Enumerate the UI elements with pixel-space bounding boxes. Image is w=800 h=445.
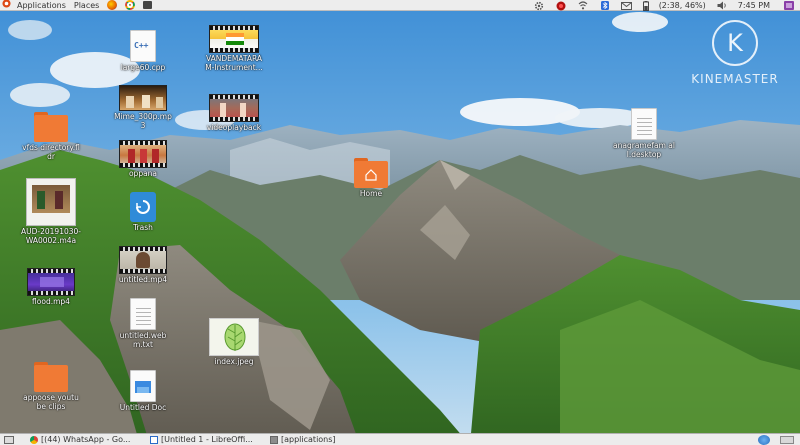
desktop-icon-oppana[interactable]: oppana (114, 140, 172, 179)
bottom-panel: [(44) WhatsApp - Go... [Untitled 1 - Lib… (0, 433, 800, 445)
video-thumbnail-icon (119, 140, 167, 168)
desktop-icon-label: Trash (133, 223, 153, 232)
wifi-icon[interactable] (577, 0, 589, 11)
video-thumbnail-icon (209, 94, 259, 122)
kinemaster-brand-text: KINEMASTER (691, 72, 779, 86)
taskbar-item-whatsapp[interactable]: [(44) WhatsApp - Go... (30, 435, 140, 445)
kinemaster-logo-letter: K (727, 29, 743, 57)
image-thumbnail-icon (209, 318, 259, 356)
desktop-icon-label: videoplayback (206, 123, 262, 132)
desktop-icon-vfds-directory[interactable]: vfds directory.fldr (22, 112, 80, 161)
video-thumbnail-icon (209, 25, 259, 53)
folder-icon (34, 112, 68, 142)
desktop-icon-label: VANDEMATARAM-Instrument... (205, 54, 263, 72)
desktop-icon-label: flood.mp4 (32, 297, 70, 306)
taskbar-item-label: [applications] (281, 435, 336, 444)
cpp-file-icon: C++ (130, 30, 156, 62)
desktop-icon-label: Untitled Doc (119, 403, 167, 412)
desktop-icon-home[interactable]: Home (345, 158, 397, 199)
desktop-icon-aud-file[interactable]: AUD-20191030-WA0002.m4a (20, 178, 82, 245)
desktop-icon-label: appoose youtube clips (23, 393, 79, 411)
desktop-icon-index-jpeg[interactable]: index.jpeg (204, 318, 264, 367)
taskbar-item-applications[interactable]: [applications] (270, 435, 370, 445)
battery-status-text: (2:38, 46%) (658, 1, 706, 10)
folder-icon (34, 362, 68, 392)
home-folder-icon (354, 158, 388, 188)
show-desktop-icon[interactable] (4, 436, 14, 444)
desktop-icon-mime-300p[interactable]: Mime_300p.mp3 (114, 85, 172, 130)
top-panel-left: Applications Places (0, 0, 156, 11)
text-file-icon (130, 298, 156, 330)
kinemaster-logo-icon: K (712, 20, 758, 66)
audio-thumbnail-icon (26, 178, 76, 226)
image-file-icon (130, 370, 156, 402)
desktop-icon-label: AUD-20191030-WA0002.m4a (21, 227, 81, 245)
desktop-icon-large60-cpp[interactable]: C++ large60.cpp (115, 30, 171, 73)
desktop-icon-flood-mp4[interactable]: flood.mp4 (20, 268, 82, 307)
desktop-icon-untitled-mp4[interactable]: untitled.mp4 (114, 246, 172, 285)
bluetooth-icon[interactable] (599, 0, 611, 11)
chrome-icon (30, 436, 38, 444)
ubuntu-logo-icon[interactable] (0, 0, 13, 11)
video-thumbnail-icon (27, 268, 75, 296)
chrome-icon[interactable] (125, 0, 136, 10)
taskbar-item-label: [Untitled 1 - LibreOffi... (161, 435, 253, 444)
desktop-icon-trash[interactable]: Trash (118, 192, 168, 233)
desktop-icon-label: vfds directory.fldr (22, 143, 80, 161)
desktop-icon-untitled-doc[interactable]: Untitled Doc (113, 370, 173, 413)
top-panel-right: (2:38, 46%) 7:45 PM (528, 0, 800, 11)
firefox-icon[interactable] (107, 0, 118, 10)
battery-icon[interactable] (642, 0, 649, 11)
desktop-icon-label: index.jpeg (214, 357, 254, 366)
desktop-icon-label: untitled.webm.txt (119, 331, 167, 349)
video-thumbnail-icon (119, 246, 167, 274)
volume-icon[interactable] (716, 0, 728, 11)
file-manager-icon (270, 436, 278, 444)
desktop-icon-label: untitled.mp4 (118, 275, 168, 284)
desktop-icon-appoose[interactable]: appoose youtube clips (22, 362, 80, 411)
applications-menu[interactable]: Applications (13, 0, 70, 11)
settings-gear-icon[interactable] (533, 0, 545, 11)
desktop-icon-label: large60.cpp (120, 63, 166, 72)
top-panel: Applications Places (2:38, 46%) 7:45 PM (0, 0, 800, 11)
places-menu[interactable]: Places (70, 0, 103, 11)
trash-icon (130, 192, 156, 222)
libreoffice-writer-icon (150, 436, 158, 444)
audio-thumbnail-icon (119, 85, 167, 111)
desktop-icon-label: Home (359, 189, 383, 198)
desktop-icon-videoplayback[interactable]: videoplayback (204, 94, 264, 133)
kinemaster-watermark: K KINEMASTER (690, 20, 780, 86)
desktop-icon-label: Mime_300p.mp3 (114, 112, 172, 130)
workspace-switcher-icon[interactable] (758, 435, 770, 445)
mail-icon[interactable] (621, 0, 633, 11)
taskbar-item-label: [(44) WhatsApp - Go... (41, 435, 131, 444)
record-icon[interactable] (555, 0, 567, 11)
desktop-icon-anagramefam[interactable]: anagramefam all.desktop (612, 108, 676, 159)
session-menu-icon[interactable] (783, 0, 795, 11)
terminal-icon[interactable] (143, 1, 153, 9)
workspace-switcher-2-icon[interactable] (780, 436, 794, 444)
desktop-icon-label: anagramefam all.desktop (613, 141, 675, 159)
taskbar-item-libreoffice[interactable]: [Untitled 1 - LibreOffi... (150, 435, 268, 445)
desktop-icon-vandemataram[interactable]: VANDEMATARAM-Instrument... (204, 25, 264, 72)
desktop-file-icon (631, 108, 657, 140)
clock[interactable]: 7:45 PM (738, 0, 770, 11)
desktop-icon-label: oppana (128, 169, 158, 178)
desktop-icon-untitled-webm[interactable]: untitled.webm.txt (115, 298, 171, 349)
